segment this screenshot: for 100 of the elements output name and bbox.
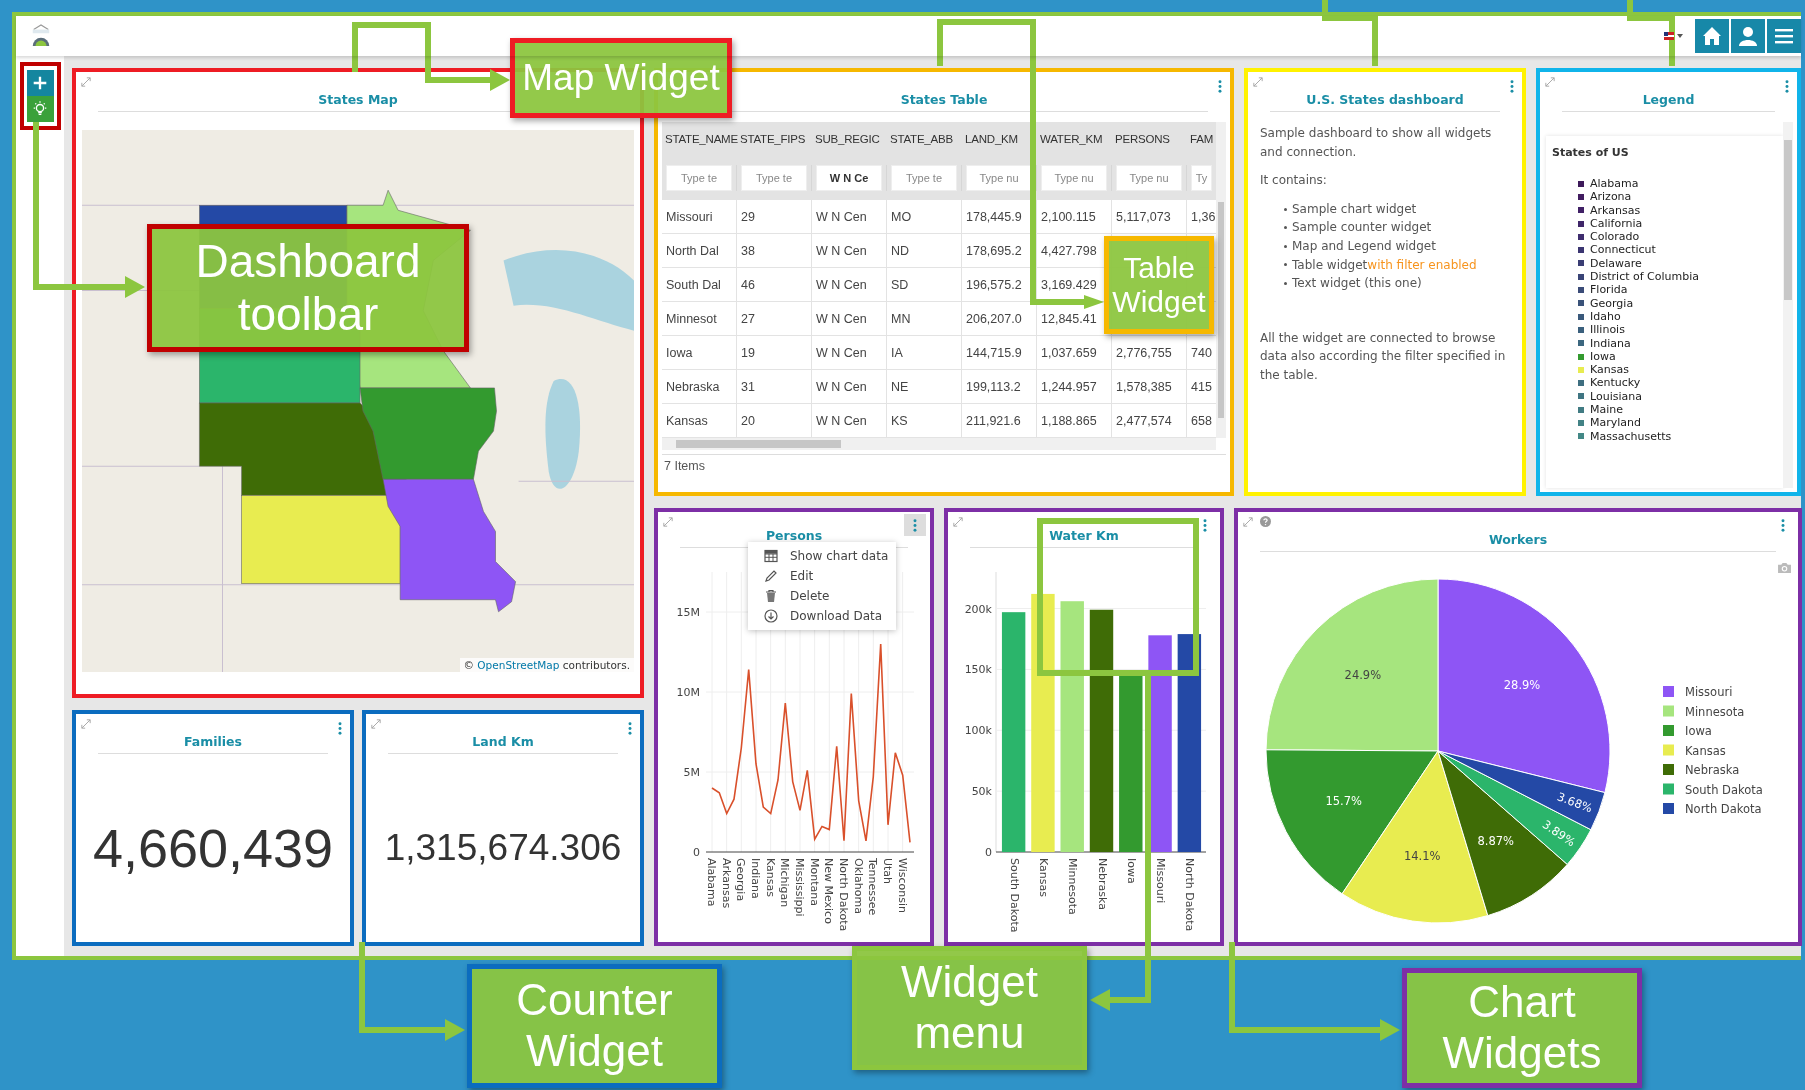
table-cell: 206,207.0: [966, 311, 1022, 326]
widget-title: States Table: [900, 92, 988, 107]
plus-button[interactable]: [26, 70, 54, 96]
callout: Dashboard toolbar: [147, 224, 469, 352]
more-options-icon[interactable]: [628, 722, 632, 735]
menu-item[interactable]: Edit: [748, 566, 896, 586]
table-cell: 31: [741, 379, 755, 394]
slice-label: 14.1%: [1403, 849, 1441, 864]
legend-label: North Dakota: [1685, 802, 1762, 816]
legend-label: Missouri: [1685, 685, 1733, 699]
more-options-button[interactable]: [904, 514, 926, 536]
vertical-scrollbar[interactable]: [1216, 122, 1226, 438]
pencil-icon: [764, 569, 778, 583]
column-header[interactable]: FAM: [1187, 122, 1216, 156]
camera-icon[interactable]: [1777, 562, 1792, 574]
list-item: Text widget (this one): [1292, 275, 1422, 293]
filter-field[interactable]: Type nu: [1116, 165, 1182, 191]
help-icon[interactable]: [1260, 516, 1271, 527]
table-cell: 211,921.6: [966, 413, 1021, 428]
column-header[interactable]: SUB_REGIC: [812, 122, 887, 156]
legend-swatch: [1663, 744, 1674, 756]
expand-icon[interactable]: [81, 77, 91, 87]
table-cell: Missouri: [666, 209, 713, 224]
column-header[interactable]: STATE_NAME: [662, 122, 737, 156]
axis-tick-label: Indiana: [749, 858, 762, 899]
axis-tick-label: 0: [985, 846, 992, 859]
table-cell: 1,244.957: [1041, 379, 1097, 394]
table-icon: [764, 549, 778, 563]
user-button[interactable]: [1731, 19, 1765, 53]
expand-icon[interactable]: [1253, 77, 1263, 87]
filter-field[interactable]: Type nu: [966, 165, 1032, 191]
widget-title: Families: [183, 734, 242, 749]
filter-field[interactable]: Type te: [741, 165, 807, 191]
widget-title: Persons: [765, 528, 823, 543]
filter-field[interactable]: W N Ce: [816, 165, 882, 191]
lightbulb-button[interactable]: [26, 96, 54, 122]
column-header[interactable]: PERSONS: [1112, 122, 1187, 156]
axis-tick-label: North Dakota: [837, 858, 850, 932]
filter-field[interactable]: Type te: [891, 165, 957, 191]
axis-tick-label: 200k: [964, 602, 992, 616]
column-header[interactable]: STATE_ABB: [887, 122, 962, 156]
legend-label: Colorado: [1590, 230, 1640, 244]
legend-label: District of Columbia: [1590, 270, 1700, 284]
legend-swatch: [1663, 764, 1674, 775]
more-options-icon[interactable]: [1785, 80, 1789, 93]
vertical-scrollbar[interactable]: [1783, 122, 1793, 488]
filter-field[interactable]: Ty: [1191, 165, 1212, 191]
axis-tick-label: 50k: [971, 785, 992, 799]
axis-tick-label: South Dakota: [1007, 858, 1021, 933]
home-button[interactable]: [1695, 19, 1729, 53]
expand-icon[interactable]: [663, 517, 673, 527]
column-header[interactable]: LAND_KM: [962, 122, 1037, 156]
more-options-icon[interactable]: [1218, 80, 1222, 93]
expand-icon[interactable]: [1243, 517, 1253, 527]
menu-item[interactable]: Show chart data: [748, 546, 896, 566]
table-cell: W N Cen: [816, 243, 867, 258]
expand-icon[interactable]: [1545, 77, 1555, 87]
logo-icon: [30, 24, 52, 48]
legend-label: Alabama: [1590, 177, 1639, 191]
menu-button[interactable]: [1767, 19, 1801, 53]
table-cell: W N Cen: [816, 209, 867, 224]
more-options-icon[interactable]: [338, 722, 342, 735]
menu-item[interactable]: Delete: [748, 586, 896, 606]
axis-tick-label: Iowa: [1124, 858, 1138, 884]
widget-title: Water Km: [1049, 528, 1119, 543]
slice-label: 24.9%: [1344, 668, 1382, 683]
filter-field[interactable]: Type nu: [1041, 165, 1107, 191]
lightbulb-icon: [31, 100, 49, 118]
slice-label: 28.9%: [1503, 678, 1541, 693]
table-cell: South Dal: [666, 277, 721, 292]
item-count: 7 Items: [664, 459, 705, 473]
column-header[interactable]: WATER_KM: [1037, 122, 1112, 156]
counter-value: 4,660,439: [92, 817, 334, 879]
table-cell: 2,477,574: [1116, 413, 1172, 428]
more-options-icon[interactable]: [1510, 80, 1514, 93]
legend-label: Louisiana: [1590, 389, 1642, 404]
axis-tick-label: Wisconsin: [895, 858, 909, 913]
filter-field[interactable]: Type te: [666, 165, 732, 191]
openstreetmap-link[interactable]: OpenStreetMap: [477, 659, 560, 671]
expand-icon[interactable]: [81, 719, 91, 729]
table-cell: 3,169.429: [1041, 277, 1097, 292]
expand-icon[interactable]: [953, 517, 963, 527]
legend-label: Maine: [1590, 403, 1624, 417]
legend-swatch: [1663, 783, 1674, 795]
legend-label: California: [1590, 216, 1643, 231]
list-item: Sample chart widget: [1292, 200, 1417, 218]
table-cell: 1,188.865: [1041, 413, 1097, 428]
horizontal-scrollbar[interactable]: [662, 438, 1216, 450]
legend-label: Maryland: [1590, 416, 1641, 430]
table-cell: North Dal: [666, 243, 719, 258]
legend-label: Nebraska: [1685, 763, 1740, 777]
widget-title: Workers: [1488, 532, 1548, 547]
column-header[interactable]: STATE_FIPS: [737, 122, 812, 156]
menu-item[interactable]: Download Data: [748, 606, 896, 626]
list-item: Map and Legend widget: [1292, 237, 1436, 255]
callout: Map Widget: [510, 38, 732, 118]
expand-icon[interactable]: [371, 719, 381, 729]
axis-tick-label: Kansas: [1037, 858, 1050, 897]
widget-title: States Map: [318, 92, 398, 107]
list-item: Sample counter widget: [1292, 219, 1432, 237]
